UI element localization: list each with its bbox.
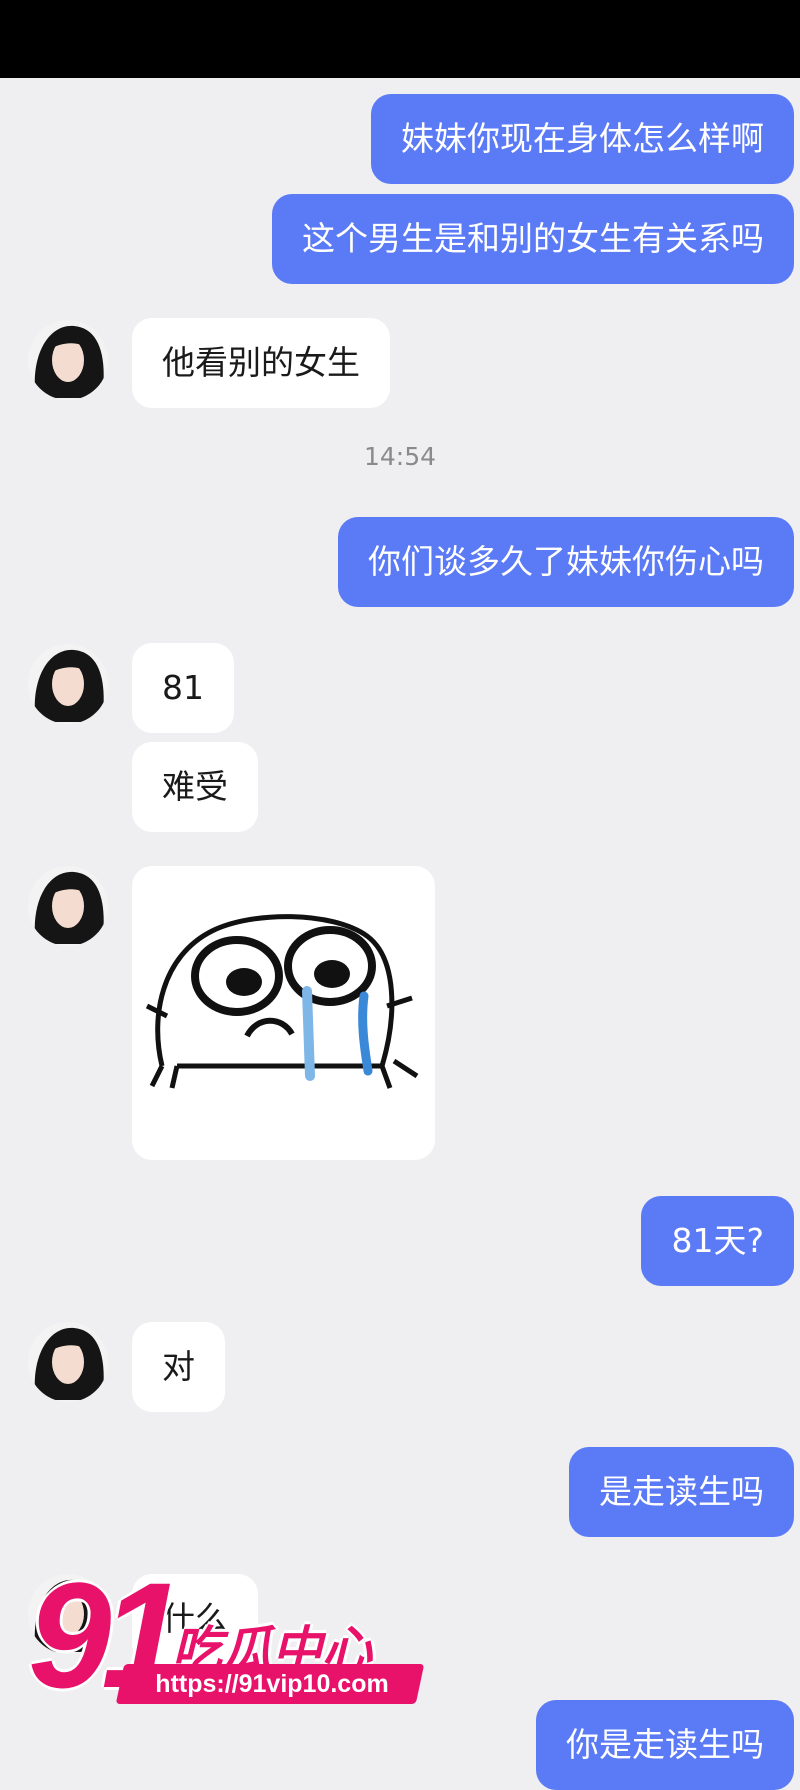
message-bubble-outgoing[interactable]: 81天? — [641, 1196, 794, 1286]
message-text: 这个男生是和别的女生有关系吗 — [302, 219, 764, 258]
message-bubble-incoming[interactable]: 81 — [132, 643, 234, 733]
message-text: 你们谈多久了妹妹你伤心吗 — [368, 542, 764, 581]
contact-avatar[interactable] — [28, 866, 108, 946]
avatar-image — [34, 1327, 104, 1400]
message-text: 他看别的女生 — [162, 343, 360, 382]
contact-avatar[interactable] — [28, 644, 108, 724]
message-bubble-outgoing[interactable]: 你是走读生吗 — [536, 1700, 794, 1790]
message-text: 你是走读生吗 — [566, 1725, 764, 1764]
message-bubble-incoming[interactable]: 他看别的女生 — [132, 318, 390, 408]
message-bubble-incoming[interactable]: 对 — [132, 1322, 225, 1412]
crying-face-icon — [145, 914, 419, 1089]
message-bubble-incoming[interactable]: 难受 — [132, 742, 258, 832]
crying-face-sticker[interactable] — [132, 866, 435, 1160]
contact-avatar[interactable] — [28, 1322, 108, 1402]
contact-avatar[interactable] — [28, 320, 108, 400]
message-text: 对 — [162, 1347, 195, 1386]
message-text: 81 — [162, 668, 204, 707]
message-bubble-outgoing[interactable]: 这个男生是和别的女生有关系吗 — [272, 194, 794, 284]
message-bubble-outgoing[interactable]: 你们谈多久了妹妹你伤心吗 — [338, 517, 794, 607]
site-watermark: 91 吃瓜中心 https://91vip10.com — [22, 1560, 425, 1732]
message-bubble-outgoing[interactable]: 是走读生吗 — [569, 1447, 794, 1537]
watermark-url: https://91vip10.com — [155, 1670, 389, 1698]
avatar-image — [34, 325, 104, 398]
avatar-image — [34, 871, 104, 944]
message-text: 是走读生吗 — [599, 1472, 764, 1511]
message-text: 妹妹你现在身体怎么样啊 — [401, 119, 764, 158]
message-text: 难受 — [162, 767, 228, 806]
message-bubble-outgoing[interactable]: 妹妹你现在身体怎么样啊 — [371, 94, 794, 184]
message-text: 81天? — [671, 1221, 764, 1260]
avatar-image — [34, 649, 104, 722]
timestamp: 14:54 — [363, 442, 437, 471]
status-bar — [0, 0, 800, 78]
